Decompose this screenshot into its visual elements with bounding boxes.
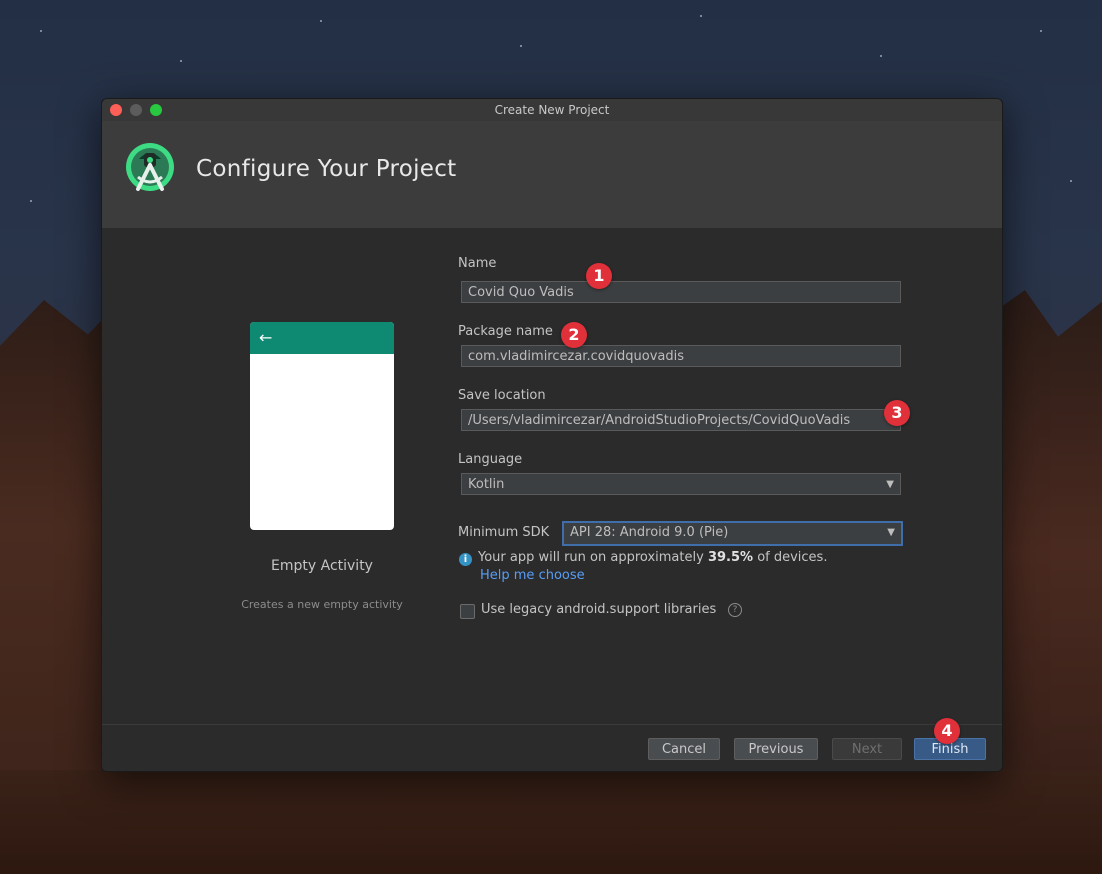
cancel-button[interactable]: Cancel — [648, 738, 720, 760]
star — [1040, 30, 1042, 32]
star — [180, 60, 182, 62]
language-select[interactable]: Kotlin ▼ — [461, 473, 901, 495]
package-name-field[interactable]: com.vladimircezar.covidquovadis — [461, 345, 901, 367]
star — [880, 55, 882, 57]
chevron-down-icon: ▼ — [886, 479, 894, 490]
title-bar: Create New Project — [102, 99, 1002, 122]
annotation-badge-1: 1 — [586, 263, 612, 289]
info-text-prefix: Your app will run on approximately — [478, 550, 704, 565]
back-arrow-icon: ← — [259, 328, 273, 347]
previous-button[interactable]: Previous — [734, 738, 818, 760]
minimum-sdk-select[interactable]: API 28: Android 9.0 (Pie) ▼ — [562, 521, 903, 546]
chevron-down-icon: ▼ — [887, 527, 895, 538]
language-value: Kotlin — [468, 477, 505, 492]
annotation-badge-2: 2 — [561, 322, 587, 348]
annotation-badge-4: 4 — [934, 718, 960, 744]
desert-ground — [0, 770, 1102, 874]
template-preview: ← — [250, 322, 394, 530]
legacy-support-label: Use legacy android.support libraries — [481, 602, 717, 617]
legacy-support-checkbox[interactable] — [460, 604, 475, 619]
star — [40, 30, 42, 32]
android-studio-logo-icon — [126, 143, 174, 191]
star — [700, 15, 702, 17]
star — [1070, 180, 1072, 182]
window-title: Create New Project — [494, 103, 610, 117]
dialog-header: Configure Your Project — [102, 121, 1002, 228]
info-text-suffix: of devices. — [757, 550, 828, 565]
language-label: Language — [458, 452, 523, 467]
template-description: Creates a new empty activity — [241, 598, 403, 611]
name-field[interactable]: Covid Quo Vadis — [461, 281, 901, 303]
star — [520, 45, 522, 47]
help-question-icon[interactable]: ? — [728, 603, 742, 617]
info-percent: 39.5% — [707, 550, 754, 565]
next-button[interactable]: Next — [832, 738, 902, 760]
minimum-sdk-value: API 28: Android 9.0 (Pie) — [570, 525, 729, 540]
save-location-field[interactable]: /Users/vladimircezar/AndroidStudioProjec… — [461, 409, 901, 431]
name-label: Name — [458, 256, 497, 271]
info-icon: i — [459, 553, 472, 566]
create-project-dialog: Create New Project Configure Your Projec… — [101, 98, 1003, 772]
star — [30, 200, 32, 202]
help-me-choose-link[interactable]: Help me choose — [480, 568, 585, 583]
dialog-content: ← Empty Activity Creates a new empty act… — [102, 228, 1002, 725]
page-title: Configure Your Project — [196, 156, 457, 182]
minimum-sdk-label: Minimum SDK — [458, 525, 550, 540]
template-name: Empty Activity — [271, 558, 373, 574]
annotation-badge-3: 3 — [884, 400, 910, 426]
package-name-label: Package name — [458, 324, 553, 339]
device-coverage-info: i Your app will run on approximately 39.5… — [459, 550, 827, 566]
dialog-footer: Cancel Previous Next Finish — [102, 724, 1002, 771]
preview-toolbar: ← — [250, 322, 394, 354]
star — [320, 20, 322, 22]
save-location-label: Save location — [458, 388, 546, 403]
